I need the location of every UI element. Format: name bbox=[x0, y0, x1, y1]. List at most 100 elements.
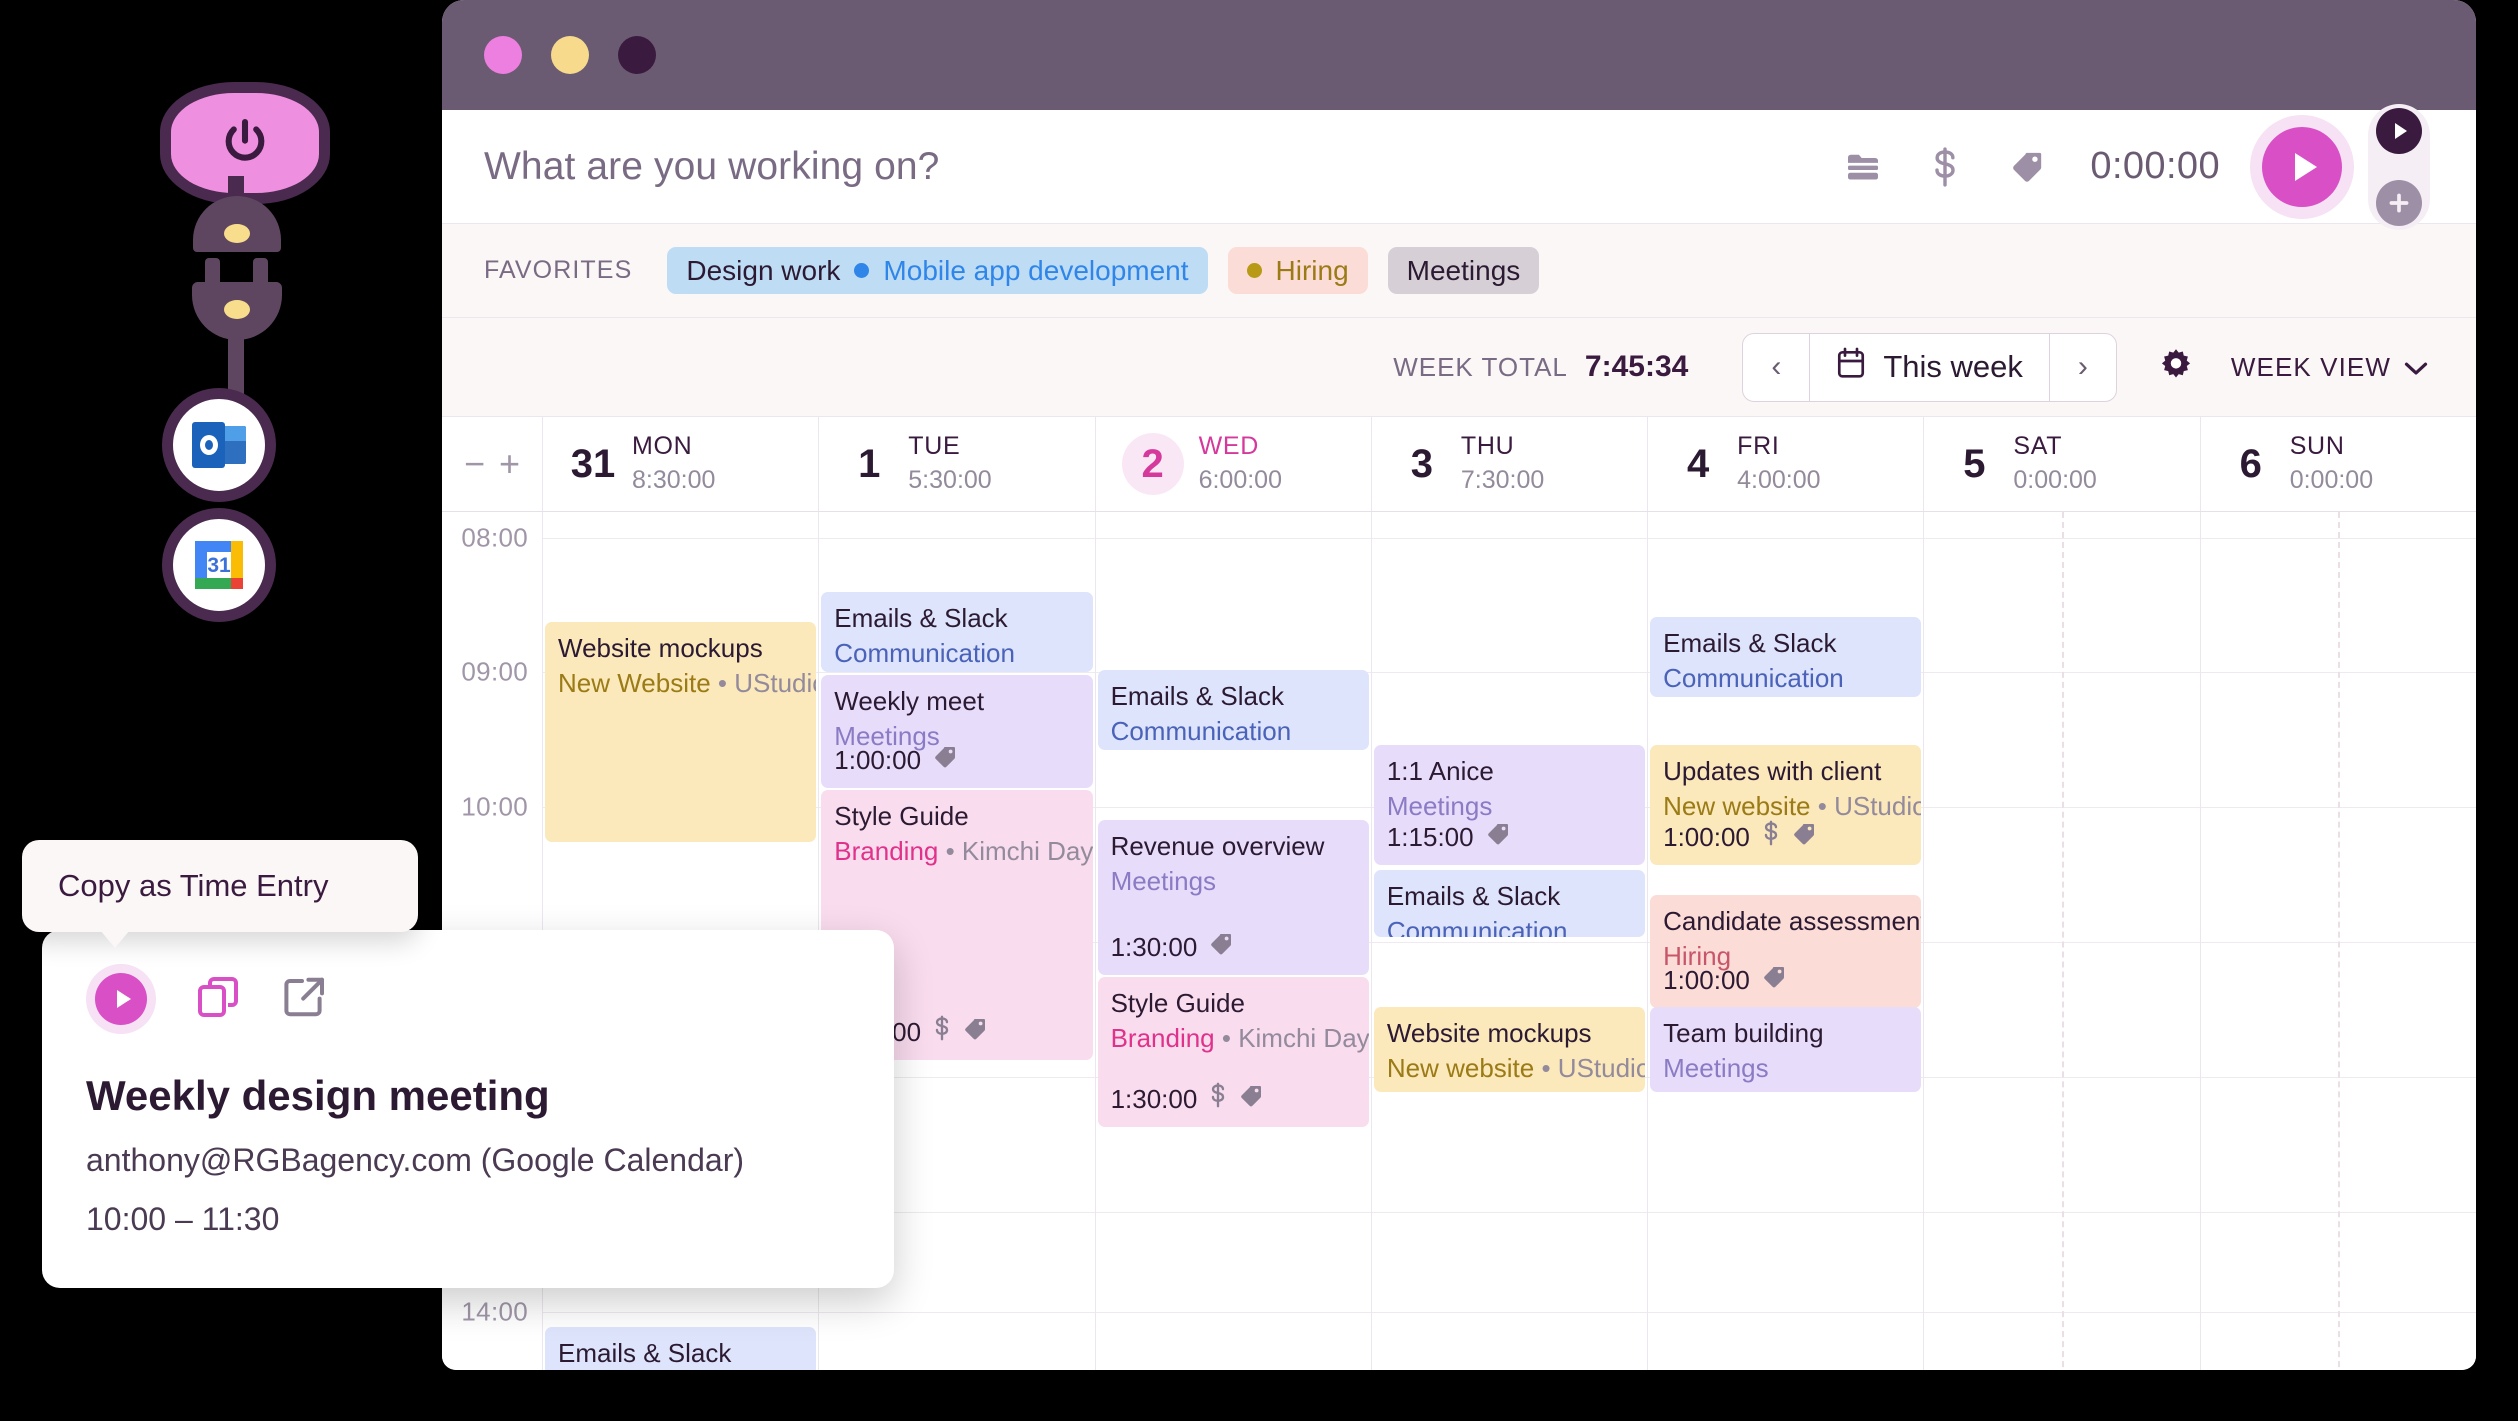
calendar-event-popup: Weekly design meeting anthony@RGBagency.… bbox=[42, 930, 894, 1288]
hour-gridline bbox=[819, 672, 1095, 673]
zoom-out-button[interactable]: − bbox=[464, 443, 485, 485]
start-timer-button[interactable] bbox=[2250, 114, 2354, 219]
view-selector-label: WEEK VIEW bbox=[2230, 351, 2391, 382]
window-titlebar bbox=[442, 0, 2476, 110]
event-project: Communication bbox=[1663, 662, 1844, 693]
calendar-event[interactable]: Candidate assessment Hiring 1:00:00 bbox=[1650, 895, 1922, 1008]
event-client: • UStudio bbox=[1534, 1052, 1646, 1083]
prev-week-button[interactable]: ‹ bbox=[1743, 334, 1809, 401]
day-column-header-thu[interactable]: 3 THU 7:30:00 bbox=[1370, 417, 1647, 511]
event-client: • UStudio bbox=[710, 667, 817, 698]
calendar-event[interactable]: 1:1 Anice Meetings 1:15:00 bbox=[1373, 745, 1646, 865]
dollar-icon bbox=[1209, 1082, 1227, 1117]
folder-icon[interactable] bbox=[1822, 152, 1904, 182]
day-column-header-wed[interactable]: 2 WED 6:00:00 bbox=[1094, 417, 1371, 511]
gear-icon[interactable] bbox=[2157, 348, 2195, 386]
hour-gridline bbox=[1648, 1212, 1924, 1213]
favorite-chip-hiring[interactable]: Hiring bbox=[1227, 247, 1368, 294]
event-duration: 1:15:00 bbox=[1386, 822, 1474, 853]
event-title: Weekly meet bbox=[834, 686, 985, 716]
favorites-bar: FAVORITES Design work Mobile app develop… bbox=[442, 224, 2476, 318]
day-number: 2 bbox=[1121, 433, 1184, 495]
day-total: 6:00:00 bbox=[1198, 466, 1282, 494]
calendar-event[interactable]: Emails & SlackCommunication bbox=[1650, 617, 1922, 697]
day-column-header-sat[interactable]: 5 SAT 0:00:00 bbox=[1923, 417, 2199, 511]
event-duration-row: 1:15:00 bbox=[1387, 820, 1510, 855]
calendar-event[interactable]: Weekly meet Meetings 1:00:00 bbox=[821, 675, 1093, 788]
event-title: Candidate assessment bbox=[1663, 906, 1922, 936]
day-name: WED bbox=[1198, 432, 1259, 461]
day-total: 4:00:00 bbox=[1737, 466, 1821, 494]
day-column-header-tue[interactable]: 1 TUE 5:30:00 bbox=[818, 417, 1094, 511]
start-timer-from-event-button[interactable] bbox=[86, 964, 156, 1034]
tag-icon[interactable] bbox=[1986, 150, 2068, 184]
day-column-wed[interactable]: Emails & Slack Communication Revenue overv… bbox=[1094, 512, 1371, 1370]
day-number: 3 bbox=[1410, 441, 1433, 486]
play-icon-small[interactable] bbox=[2376, 107, 2422, 154]
favorite-name: Design work bbox=[686, 254, 841, 286]
zoom-in-button[interactable]: + bbox=[499, 443, 520, 485]
day-column-thu[interactable]: 1:1 Anice Meetings 1:15:00 Emails & Slack Co… bbox=[1370, 512, 1648, 1370]
calendar-event[interactable]: Updates with client New website • UStudio… bbox=[1650, 745, 1922, 865]
week-total-value: 7:45:34 bbox=[1584, 350, 1689, 383]
tooltip-text: Copy as Time Entry bbox=[58, 868, 329, 903]
calendar-event[interactable]: Website mockups New website • UStudio bbox=[1373, 1007, 1646, 1092]
play-icon bbox=[95, 973, 147, 1025]
calendar-event[interactable]: Emails & SlackCommunication bbox=[821, 592, 1093, 672]
day-number: 1 bbox=[858, 441, 881, 486]
day-number: 31 bbox=[570, 441, 616, 486]
favorite-name: Hiring bbox=[1275, 254, 1349, 286]
day-column-header-mon[interactable]: 31 MON 8:30:00 bbox=[542, 417, 818, 511]
minimize-button[interactable] bbox=[551, 36, 589, 74]
event-duration-row: 1:30:00 bbox=[1111, 1082, 1264, 1117]
maximize-button[interactable] bbox=[618, 36, 656, 74]
event-project: Branding • Kimchi Days bbox=[834, 834, 1092, 869]
favorite-chip-meetings[interactable]: Meetings bbox=[1387, 247, 1540, 294]
hour-gridline bbox=[1095, 807, 1371, 808]
calendar-event[interactable]: Team building Meetings bbox=[1650, 1007, 1922, 1092]
day-name: THU bbox=[1460, 432, 1515, 461]
power-plug-icon bbox=[192, 282, 282, 340]
event-title: 1:1 Anice bbox=[1386, 756, 1494, 786]
calendar-event[interactable]: Emails & SlackCommunication bbox=[545, 1327, 817, 1370]
day-name: FRI bbox=[1737, 432, 1780, 461]
zoom-controls: − + bbox=[442, 417, 542, 511]
date-range-button[interactable]: This week bbox=[1809, 333, 2050, 401]
day-total: 0:00:00 bbox=[2013, 466, 2097, 494]
tag-icon bbox=[1239, 1082, 1263, 1117]
week-total-label: WEEK TOTAL bbox=[1393, 351, 1568, 382]
running-timer-value: 0:00:00 bbox=[2090, 145, 2220, 187]
day-column-sun[interactable] bbox=[2199, 512, 2476, 1370]
tag-icon bbox=[1762, 963, 1786, 998]
hour-gridline bbox=[1095, 1212, 1371, 1213]
event-duration-row: 1:00:00 bbox=[834, 743, 957, 778]
external-link-icon[interactable] bbox=[280, 973, 328, 1026]
favorite-chip-design-work[interactable]: Design work Mobile app development bbox=[667, 247, 1208, 294]
day-column-sat[interactable] bbox=[1923, 512, 2200, 1370]
day-column-header-fri[interactable]: 4 FRI 4:00:00 bbox=[1647, 417, 1923, 511]
calendar-event[interactable]: Revenue overview Meetings 1:30:00 bbox=[1097, 820, 1369, 975]
tag-icon bbox=[963, 1015, 987, 1050]
calendar-event[interactable]: Emails & Slack Communication bbox=[1373, 870, 1646, 937]
plus-icon[interactable] bbox=[2376, 179, 2422, 226]
tag-icon bbox=[933, 743, 957, 778]
day-column-fri[interactable]: Emails & Slack Communication Updates with … bbox=[1647, 512, 1924, 1370]
event-project: Communication bbox=[1110, 715, 1292, 746]
calendar-event[interactable]: Style GuideBranding • Kimchi Days 1:30:00 bbox=[1097, 977, 1369, 1127]
calendar-event[interactable]: Emails & SlackCommunication bbox=[1097, 670, 1369, 750]
description-input[interactable]: What are you working on? bbox=[484, 145, 1822, 189]
day-name: MON bbox=[632, 432, 693, 461]
calendar-event[interactable]: Website mockups New Website • UStudio bbox=[545, 622, 817, 842]
copy-icon[interactable] bbox=[194, 973, 242, 1026]
event-title: Emails & Slack bbox=[834, 603, 1008, 633]
event-project: Communication bbox=[1386, 915, 1568, 937]
view-selector[interactable]: WEEK VIEW bbox=[2231, 352, 2428, 383]
hour-gridline bbox=[1371, 1212, 1648, 1213]
event-title: Style Guide bbox=[1110, 988, 1245, 1018]
day-column-header-sun[interactable]: 6 SUN 0:00:00 bbox=[2199, 417, 2476, 511]
next-week-button[interactable]: › bbox=[2050, 334, 2116, 401]
close-button[interactable] bbox=[484, 36, 522, 74]
event-title: Emails & Slack bbox=[1386, 881, 1561, 911]
dollar-icon[interactable] bbox=[1904, 146, 1986, 187]
half-column-divider bbox=[2338, 512, 2341, 1370]
